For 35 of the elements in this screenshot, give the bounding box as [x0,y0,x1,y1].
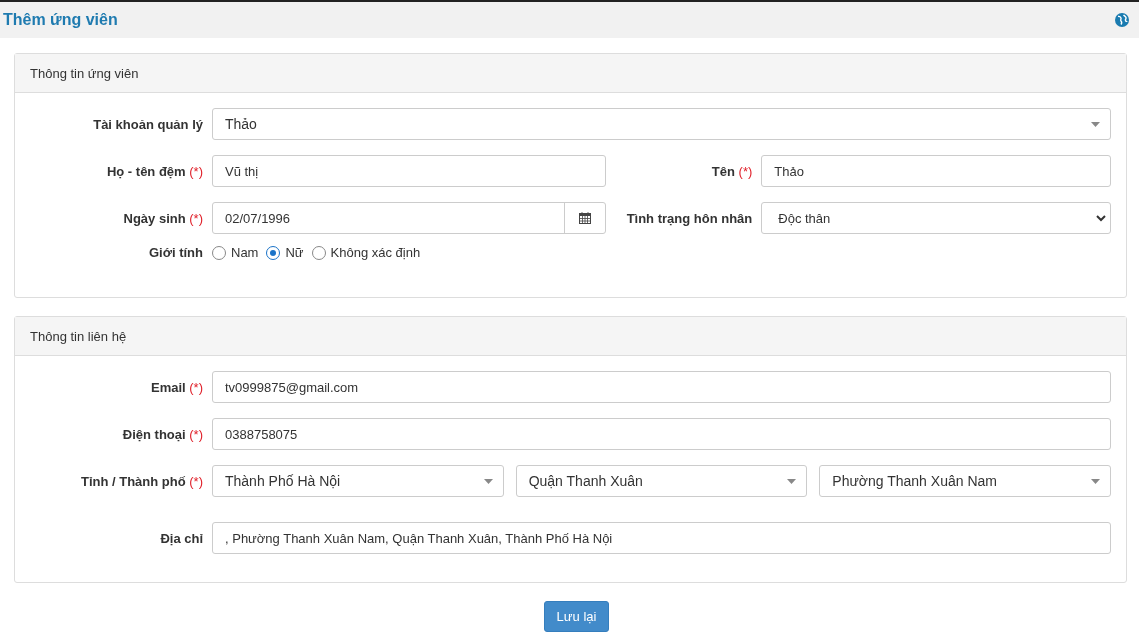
field-label: Địa chỉ [159,530,203,546]
text-field[interactable]: Thảo [761,155,1111,187]
radio-option[interactable]: Nữ [266,245,304,260]
chevron-down-icon [1096,214,1106,222]
field-label: Họ - tên đệm (*) [105,163,203,179]
caret-down-icon [1091,478,1100,484]
field-label: Điện thoại (*) [121,426,203,442]
caret-down-icon [1091,121,1100,127]
field-label: Tên (*) [710,163,753,179]
field-label: Tỉnh / Thành phố (*) [79,473,203,489]
save-button[interactable]: Lưu lại [543,601,610,632]
calendar-icon [579,212,592,224]
field-label: Giới tính [148,245,203,260]
radio-option[interactable]: Nam [212,245,259,260]
combo-field[interactable]: Phường Thanh Xuân Nam [819,465,1111,497]
page-title: Thêm ứng viên [3,11,118,29]
select-field[interactable]: Độc thân [761,202,1111,234]
text-field[interactable]: tv0999875@gmail.com [212,371,1111,403]
field-label: Ngày sinh (*) [122,210,203,226]
field-label: Tình trạng hôn nhân [625,210,753,226]
field-label: Email (*) [149,379,203,395]
caret-down-icon [787,478,797,484]
combo-field[interactable]: Thành Phố Hà Nội [212,465,504,497]
panel-title: Thông tin liên hệ [30,328,127,344]
date-field[interactable]: 02/07/1996 [212,202,607,234]
combo-field[interactable]: Quận Thanh Xuân [515,465,808,497]
field-label: Tài khoản quản lý [92,116,203,132]
globe-icon[interactable] [1115,13,1129,27]
radio-option[interactable]: Không xác định [311,245,421,260]
combo-field[interactable]: Thảo [212,108,1111,140]
text-field[interactable]: Vũ thị [212,155,607,187]
panel-title: Thông tin ứng viên [30,65,139,81]
caret-down-icon [483,478,493,484]
text-field[interactable]: 0388758075 [212,418,1111,450]
text-field[interactable]: , Phường Thanh Xuân Nam, Quận Thanh Xuân, Thành Phố Hà Nội [212,522,1111,554]
